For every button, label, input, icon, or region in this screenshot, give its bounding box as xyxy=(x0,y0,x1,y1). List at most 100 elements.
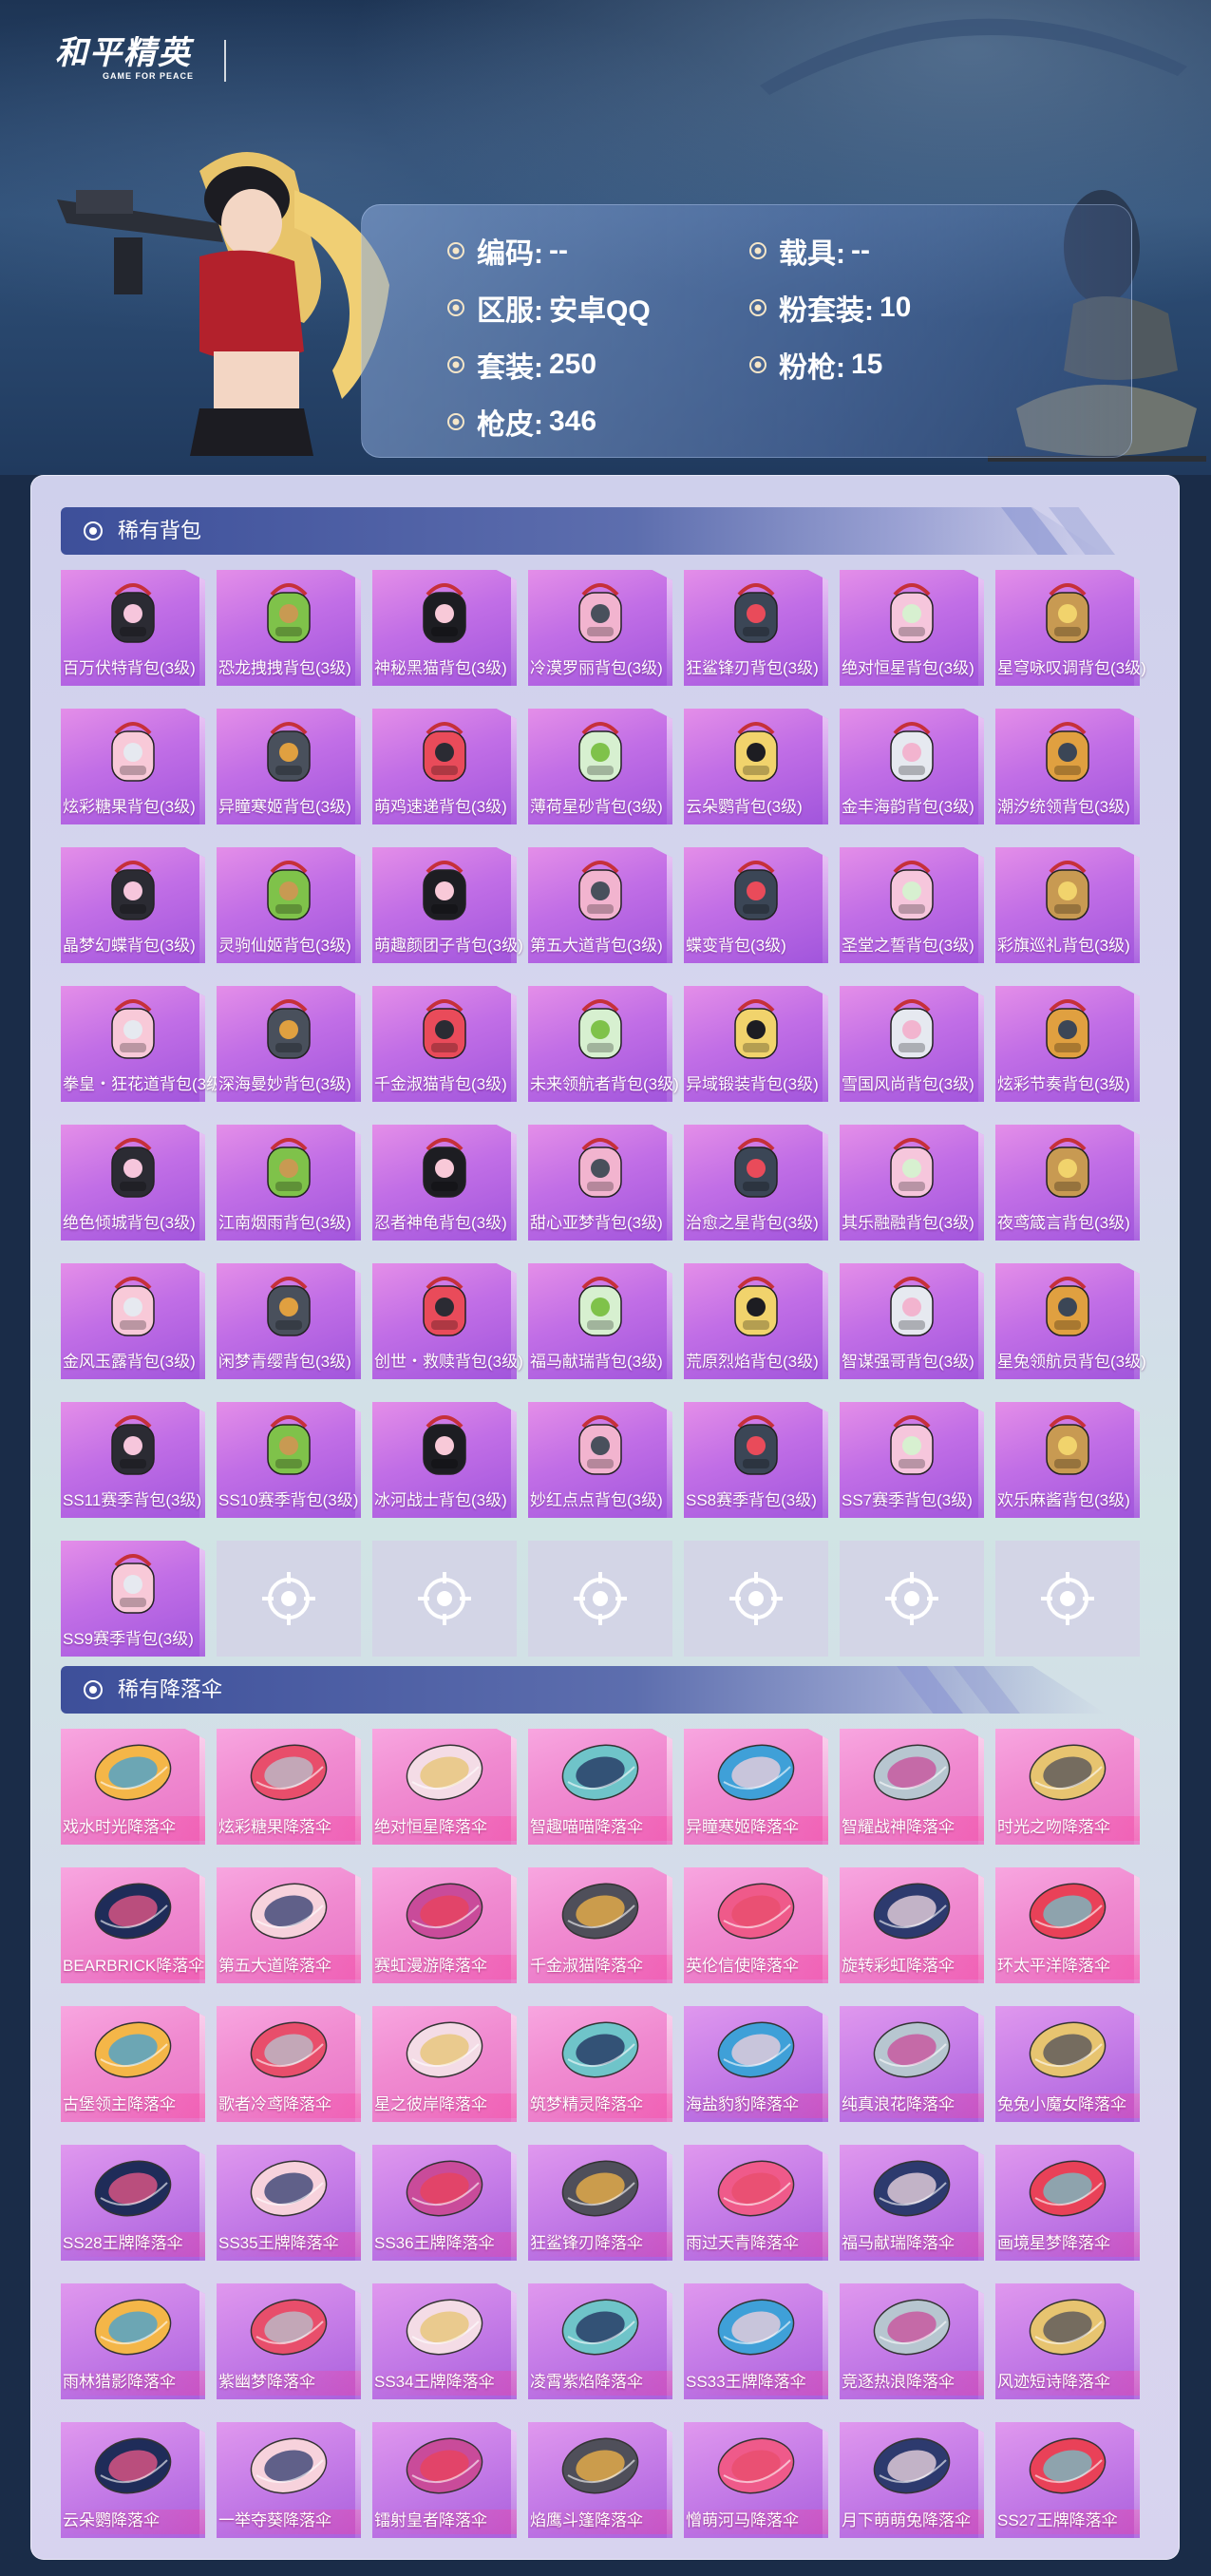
parachute-card[interactable]: 筑梦精灵降落伞 xyxy=(528,2006,674,2122)
parachute-card[interactable]: 云朵鹦降落伞 xyxy=(61,2422,207,2538)
backpack-card[interactable]: 灵驹仙姬背包(3级) xyxy=(217,847,363,963)
section-title: 稀有降落伞 xyxy=(118,1677,223,1701)
backpack-card[interactable]: 未来领航者背包(3级) xyxy=(528,986,679,1102)
parachute-card[interactable]: 兔兔小魔女降落伞 xyxy=(995,2006,1142,2122)
parachute-card[interactable]: SS33王牌降落伞 xyxy=(684,2283,830,2399)
parachute-card[interactable]: 雨林猎影降落伞 xyxy=(61,2283,207,2399)
backpack-card[interactable]: SS11赛季背包(3级) xyxy=(61,1402,207,1518)
backpack-card[interactable]: 福马献瑞背包(3级) xyxy=(528,1263,674,1379)
backpack-card[interactable]: 萌鸡速递背包(3级) xyxy=(372,709,519,824)
parachute-icon xyxy=(94,1883,172,1940)
backpack-card[interactable]: 炫彩节奏背包(3级) xyxy=(995,986,1142,1102)
backpack-card[interactable]: 星兔领航员背包(3级) xyxy=(995,1263,1146,1379)
parachute-card[interactable]: 千金淑猫降落伞 xyxy=(528,1867,674,1983)
parachute-card[interactable]: 戏水时光降落伞 xyxy=(61,1729,207,1845)
parachute-card[interactable]: 星之彼岸降落伞 xyxy=(372,2006,519,2122)
item-name: 星兔领航员背包(3级) xyxy=(995,1349,1146,1375)
backpack-card[interactable]: SS7赛季背包(3级) xyxy=(840,1402,986,1518)
parachute-card[interactable]: SS35王牌降落伞 xyxy=(217,2145,363,2261)
parachute-card[interactable]: SS27王牌降落伞 xyxy=(995,2422,1142,2538)
backpack-card[interactable]: 狂鲨锋刃背包(3级) xyxy=(684,570,830,686)
backpack-card[interactable]: 闲梦青缨背包(3级) xyxy=(217,1263,363,1379)
parachute-card[interactable]: 古堡领主降落伞 xyxy=(61,2006,207,2122)
backpack-card[interactable]: 晶梦幻蝶背包(3级) xyxy=(61,847,207,963)
parachute-card[interactable]: 紫幽梦降落伞 xyxy=(217,2283,363,2399)
parachute-card[interactable]: 月下萌萌兔降落伞 xyxy=(840,2422,986,2538)
parachute-card[interactable]: 英伦信使降落伞 xyxy=(684,1867,830,1983)
parachute-card[interactable]: 智趣喵喵降落伞 xyxy=(528,1729,674,1845)
backpack-card[interactable]: 夜鸢箴言背包(3级) xyxy=(995,1125,1142,1241)
backpack-card[interactable]: 神秘黑猫背包(3级) xyxy=(372,570,519,686)
backpack-card[interactable]: 冰河战士背包(3级) xyxy=(372,1402,519,1518)
parachute-card[interactable]: SS28王牌降落伞 xyxy=(61,2145,207,2261)
backpack-card[interactable]: 江南烟雨背包(3级) xyxy=(217,1125,363,1241)
backpack-card[interactable]: 圣堂之誓背包(3级) xyxy=(840,847,986,963)
backpack-card[interactable]: 创世・救赎背包(3级) xyxy=(372,1263,523,1379)
backpack-card[interactable]: 彩旗巡礼背包(3级) xyxy=(995,847,1142,963)
backpack-icon xyxy=(578,999,622,1059)
parachute-card[interactable]: 福马献瑞降落伞 xyxy=(840,2145,986,2261)
backpack-card[interactable]: 第五大道背包(3级) xyxy=(528,847,674,963)
backpack-card[interactable]: 蝶变背包(3级) xyxy=(684,847,830,963)
backpack-card[interactable]: 千金淑猫背包(3级) xyxy=(372,986,519,1102)
parachute-card[interactable]: 炫彩糖果降落伞 xyxy=(217,1729,363,1845)
backpack-card[interactable]: 恐龙拽拽背包(3级) xyxy=(217,570,363,686)
backpack-card[interactable]: 深海曼妙背包(3级) xyxy=(217,986,363,1102)
backpack-card[interactable]: 薄荷星砂背包(3级) xyxy=(528,709,674,824)
backpack-card[interactable]: 雪国风尚背包(3级) xyxy=(840,986,986,1102)
parachute-card[interactable]: 海盐豹豹降落伞 xyxy=(684,2006,830,2122)
parachute-card[interactable]: 焰鹰斗篷降落伞 xyxy=(528,2422,674,2538)
backpack-card[interactable]: 妙红点点背包(3级) xyxy=(528,1402,674,1518)
parachute-card[interactable]: 雨过天青降落伞 xyxy=(684,2145,830,2261)
parachute-card[interactable]: 绝对恒星降落伞 xyxy=(372,1729,519,1845)
parachute-card[interactable]: 智耀战神降落伞 xyxy=(840,1729,986,1845)
backpack-card[interactable]: 金丰海韵背包(3级) xyxy=(840,709,986,824)
backpack-card[interactable]: 拳皇・狂花道背包(3级) xyxy=(61,986,228,1102)
backpack-card[interactable]: 云朵鹦背包(3级) xyxy=(684,709,830,824)
backpack-card[interactable]: SS10赛季背包(3级) xyxy=(217,1402,363,1518)
parachute-card[interactable]: SS34王牌降落伞 xyxy=(372,2283,519,2399)
backpack-card[interactable]: 炫彩糖果背包(3级) xyxy=(61,709,207,824)
backpack-card[interactable]: 异域锻装背包(3级) xyxy=(684,986,830,1102)
parachute-card[interactable]: 镭射皇者降落伞 xyxy=(372,2422,519,2538)
parachute-card[interactable]: 环太平洋降落伞 xyxy=(995,1867,1142,1983)
backpack-card[interactable]: 智谋强哥背包(3级) xyxy=(840,1263,986,1379)
parachute-card[interactable]: 画境星梦降落伞 xyxy=(995,2145,1142,2261)
parachute-card[interactable]: SS36王牌降落伞 xyxy=(372,2145,519,2261)
backpack-card[interactable]: 绝对恒星背包(3级) xyxy=(840,570,986,686)
backpack-card[interactable]: 异瞳寒姬背包(3级) xyxy=(217,709,363,824)
backpack-card[interactable]: SS8赛季背包(3级) xyxy=(684,1402,830,1518)
backpack-card[interactable]: 星穹咏叹调背包(3级) xyxy=(995,570,1146,686)
backpack-card[interactable]: 欢乐麻酱背包(3级) xyxy=(995,1402,1142,1518)
backpack-icon xyxy=(578,722,622,782)
item-name: 星之彼岸降落伞 xyxy=(372,2092,519,2118)
parachute-card[interactable]: 一举夺葵降落伞 xyxy=(217,2422,363,2538)
backpack-card[interactable]: 潮汐统领背包(3级) xyxy=(995,709,1142,824)
parachute-card[interactable]: 赛虹漫游降落伞 xyxy=(372,1867,519,1983)
backpack-card[interactable]: 甜心亚梦背包(3级) xyxy=(528,1125,674,1241)
backpack-card[interactable]: 治愈之星背包(3级) xyxy=(684,1125,830,1241)
backpack-card[interactable]: 百万伏特背包(3级) xyxy=(61,570,207,686)
parachute-card[interactable]: 风迹短诗降落伞 xyxy=(995,2283,1142,2399)
parachute-card[interactable]: 狂鲨锋刃降落伞 xyxy=(528,2145,674,2261)
parachute-card[interactable]: 凌霄紫焰降落伞 xyxy=(528,2283,674,2399)
parachute-card[interactable]: 歌者冷鸢降落伞 xyxy=(217,2006,363,2122)
item-name: 福马献瑞降落伞 xyxy=(840,2230,986,2257)
backpack-card[interactable]: 荒原烈焰背包(3级) xyxy=(684,1263,830,1379)
backpack-card[interactable]: 金风玉露背包(3级) xyxy=(61,1263,207,1379)
backpack-card[interactable]: 其乐融融背包(3级) xyxy=(840,1125,986,1241)
backpack-card[interactable]: SS9赛季背包(3级) xyxy=(61,1541,207,1657)
backpack-card[interactable]: 忍者神龟背包(3级) xyxy=(372,1125,519,1241)
parachute-card[interactable]: BEARBRICK降落伞 xyxy=(61,1867,207,1983)
backpack-card[interactable]: 萌趣颜团子背包(3级) xyxy=(372,847,523,963)
backpack-card[interactable]: 绝色倾城背包(3级) xyxy=(61,1125,207,1241)
parachute-card[interactable]: 异瞳寒姬降落伞 xyxy=(684,1729,830,1845)
parachute-card[interactable]: 憎萌河马降落伞 xyxy=(684,2422,830,2538)
parachute-card[interactable]: 时光之吻降落伞 xyxy=(995,1729,1142,1845)
item-name: 萌趣颜团子背包(3级) xyxy=(372,933,523,959)
parachute-card[interactable]: 竞逐热浪降落伞 xyxy=(840,2283,986,2399)
backpack-card[interactable]: 冷漠罗丽背包(3级) xyxy=(528,570,674,686)
parachute-card[interactable]: 纯真浪花降落伞 xyxy=(840,2006,986,2122)
parachute-card[interactable]: 第五大道降落伞 xyxy=(217,1867,363,1983)
parachute-card[interactable]: 旋转彩虹降落伞 xyxy=(840,1867,986,1983)
